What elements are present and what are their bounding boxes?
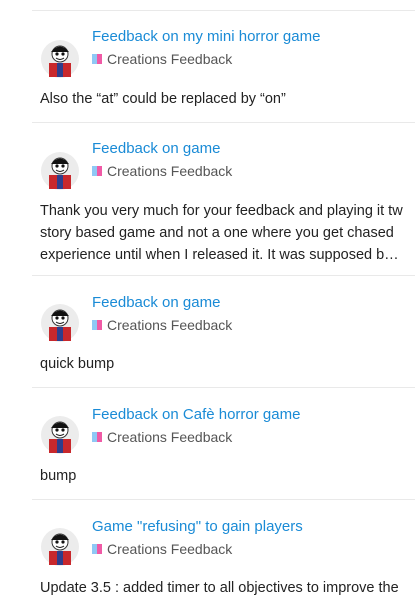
post-excerpt: Thank you very much for your feedback an… xyxy=(40,200,415,266)
category-link[interactable]: Creations Feedback xyxy=(92,541,232,557)
excerpt-line: experience until when I released it. It … xyxy=(40,247,399,263)
avatar-icon xyxy=(41,528,79,566)
avatar-icon xyxy=(41,40,79,78)
avatar[interactable] xyxy=(40,303,80,343)
topic-link[interactable]: Feedback on game xyxy=(92,140,220,157)
excerpt-line: quick bump xyxy=(40,356,115,372)
post-item: Feedback on Cafè horror game Creations F… xyxy=(32,387,415,500)
category-label: Creations Feedback xyxy=(107,51,233,67)
post-item: Game "refusing" to gain players Creation… xyxy=(32,499,415,610)
category-link[interactable]: Creations Feedback xyxy=(92,51,232,67)
excerpt-line: story based game and not a one where you… xyxy=(40,225,394,241)
avatar-icon xyxy=(41,152,79,190)
category-link[interactable]: Creations Feedback xyxy=(92,163,232,179)
category-badge-icon xyxy=(92,320,102,330)
avatar[interactable] xyxy=(40,415,80,455)
post-item: Feedback on my mini horror game Creation… xyxy=(32,10,415,123)
avatar-icon xyxy=(41,304,79,342)
category-label: Creations Feedback xyxy=(107,429,233,445)
category-badge-icon xyxy=(92,54,102,64)
category-link[interactable]: Creations Feedback xyxy=(92,429,232,445)
post-excerpt: quick bump xyxy=(40,353,415,375)
excerpt-line: Also the “at” could be replaced by “on” xyxy=(40,91,286,107)
post-excerpt: Update 3.5 : added timer to all objectiv… xyxy=(40,577,415,599)
post-excerpt: bump xyxy=(40,465,415,487)
category-badge-icon xyxy=(92,544,102,554)
post-item: Feedback on game Creations Feedback quic… xyxy=(32,275,415,388)
topic-link[interactable]: Feedback on Cafè horror game xyxy=(92,406,300,423)
excerpt-line: Update 3.5 : added timer to all objectiv… xyxy=(40,580,399,596)
post-excerpt: Also the “at” could be replaced by “on” xyxy=(40,88,415,110)
avatar[interactable] xyxy=(40,151,80,191)
topic-link[interactable]: Game "refusing" to gain players xyxy=(92,518,303,535)
category-badge-icon xyxy=(92,166,102,176)
avatar[interactable] xyxy=(40,39,80,79)
category-label: Creations Feedback xyxy=(107,541,233,557)
avatar-icon xyxy=(41,416,79,454)
topic-link[interactable]: Feedback on my mini horror game xyxy=(92,28,320,45)
category-badge-icon xyxy=(92,432,102,442)
avatar[interactable] xyxy=(40,527,80,567)
category-link[interactable]: Creations Feedback xyxy=(92,317,232,333)
category-label: Creations Feedback xyxy=(107,163,233,179)
excerpt-line: bump xyxy=(40,468,77,484)
activity-feed: Feedback on my mini horror game Creation… xyxy=(32,0,415,609)
category-label: Creations Feedback xyxy=(107,317,233,333)
post-item: Feedback on game Creations Feedback Than… xyxy=(32,122,415,276)
topic-link[interactable]: Feedback on game xyxy=(92,294,220,311)
excerpt-line: Thank you very much for your feedback an… xyxy=(40,203,403,219)
